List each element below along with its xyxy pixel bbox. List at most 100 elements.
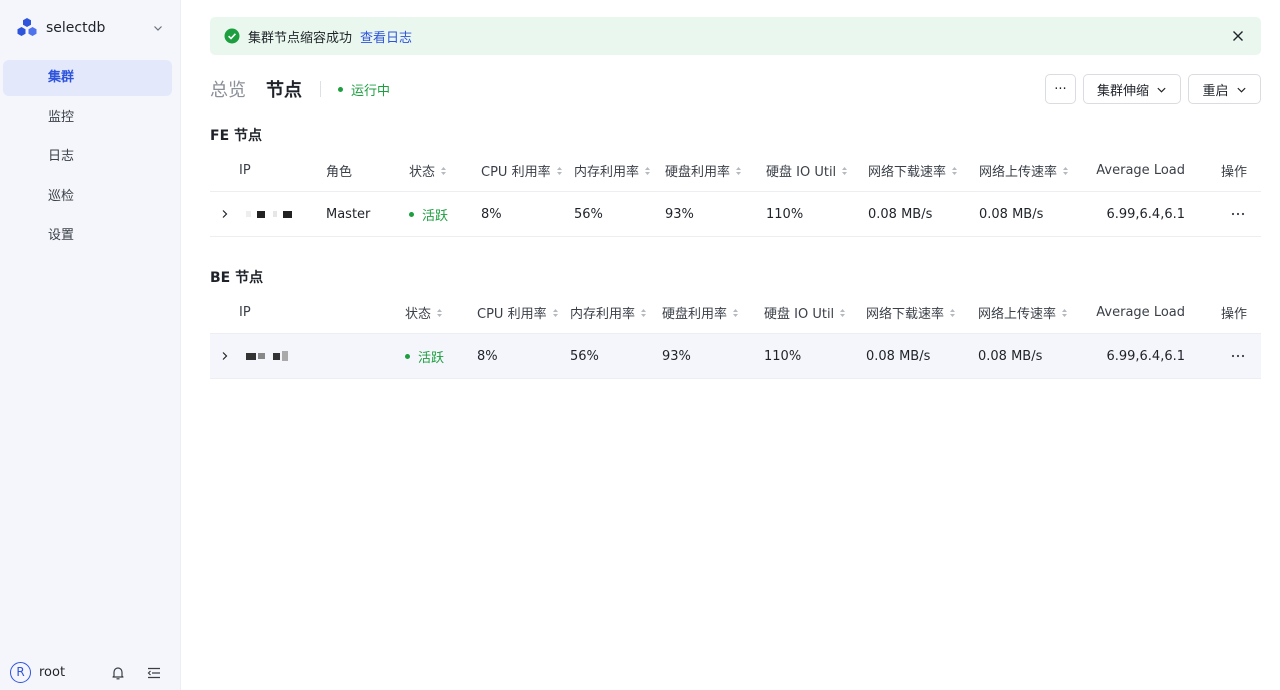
be-table: IP 状态 CPU 利用率 内存利用率 硬盘利用率 硬盘 IO Util 网络下… [210,292,1261,379]
chevron-down-icon [1236,87,1246,93]
sidebar-nav: 集群 监控 日志 巡检 设置 [3,60,172,258]
user-menu[interactable]: R root [10,662,65,683]
more-icon [1231,354,1245,358]
sidebar-item-cluster[interactable]: 集群 [3,60,172,96]
sort-icon [1063,166,1069,175]
row-more-button[interactable] [1231,192,1245,236]
col-ip: IP [239,163,251,178]
close-icon[interactable] [1231,29,1245,43]
table-row[interactable]: 活跃 8% 56% 93% 110% 0.08 MB/s 0.08 MB/s 6… [210,334,1261,379]
username: root [39,665,66,680]
cluster-scale-button[interactable]: 集群伸缩 [1083,74,1181,104]
col-actions: 操作 [1221,165,1248,180]
sort-icon [842,166,848,175]
col-download-label: 网络下载速率 [866,307,945,322]
expand-row[interactable] [220,334,230,378]
check-circle-icon [224,28,240,44]
col-upload-label: 网络上传速率 [979,165,1058,180]
ip-redacted [246,334,290,378]
more-actions-label: ··· [1054,81,1067,97]
col-disk[interactable]: 硬盘利用率 [662,292,739,333]
col-io[interactable]: 硬盘 IO Util [766,150,848,191]
col-disk[interactable]: 硬盘利用率 [665,150,742,191]
status-dot [409,211,414,217]
tab-nodes[interactable]: 节点 [266,76,302,102]
col-cpu[interactable]: CPU 利用率 [477,292,559,333]
ip-redacted [246,192,294,236]
col-status-label: 状态 [409,165,436,180]
sidebar-item-monitor[interactable]: 监控 [3,100,172,136]
col-mem[interactable]: 内存利用率 [574,150,651,191]
sort-icon [952,166,958,175]
expand-row[interactable] [220,192,230,236]
cpu-value: 8% [481,206,502,222]
restart-button[interactable]: 重启 [1188,74,1261,104]
col-io-label: 硬盘 IO Util [764,307,835,322]
col-disk-label: 硬盘利用率 [662,307,728,322]
sort-icon [736,166,742,175]
mem-value: 56% [570,348,599,364]
sidebar-item-inspection[interactable]: 巡检 [3,179,172,215]
col-upload[interactable]: 网络上传速率 [978,292,1068,333]
fe-section-title: FE 节点 [210,128,263,144]
col-mem-label: 内存利用率 [570,307,636,322]
sidebar-item-settings[interactable]: 设置 [3,218,172,254]
cluster-scale-label: 集群伸缩 [1096,83,1149,99]
fe-table: IP 角色 状态 CPU 利用率 内存利用率 硬盘利用率 硬盘 IO Util … [210,150,1261,237]
col-actions: 操作 [1221,307,1248,322]
status-dot [338,86,343,92]
col-load: Average Load [1096,305,1185,320]
col-download-label: 网络下载速率 [868,165,947,180]
sort-icon [1062,308,1068,317]
row-more-button[interactable] [1231,334,1245,378]
view-logs-link[interactable]: 查看日志 [360,27,412,46]
selectdb-logo-icon [17,18,37,36]
chevron-down-icon [154,26,162,31]
col-load: Average Load [1096,163,1185,178]
bell-icon[interactable] [110,665,126,681]
status-text: 活跃 [418,350,445,366]
status-badge: 活跃 [405,334,444,378]
collapse-sidebar-icon[interactable] [146,665,162,681]
cpu-value: 8% [477,348,498,364]
disk-value: 93% [665,206,694,222]
col-mem[interactable]: 内存利用率 [570,292,647,333]
more-icon [1231,212,1245,216]
sidebar-item-logs[interactable]: 日志 [3,139,172,175]
success-alert: 集群节点缩容成功 查看日志 [210,17,1261,55]
more-actions-button[interactable]: ··· [1045,74,1076,104]
col-role: 角色 [326,165,353,180]
sort-icon [733,308,739,317]
download-value: 0.08 MB/s [868,206,933,222]
role: Master [326,206,371,222]
chevron-right-icon [222,210,228,218]
col-status[interactable]: 状态 [409,150,447,191]
status-badge: 活跃 [409,192,448,236]
disk-value: 93% [662,348,691,364]
sort-icon [552,308,558,317]
load-value: 6.99,6.4,6.1 [1106,206,1185,222]
sort-icon [556,166,562,175]
status-text: 活跃 [422,208,449,224]
chevron-right-icon [222,352,228,360]
cluster-status-text: 运行中 [351,83,391,99]
divider [320,81,321,97]
col-upload-label: 网络上传速率 [978,307,1057,322]
table-row[interactable]: Master 活跃 8% 56% 93% 110% 0.08 MB/s 0.08… [210,192,1261,237]
col-io[interactable]: 硬盘 IO Util [764,292,846,333]
workspace-switcher[interactable]: selectdb [16,17,166,39]
col-status[interactable]: 状态 [405,292,443,333]
col-upload[interactable]: 网络上传速率 [979,150,1069,191]
col-cpu[interactable]: CPU 利用率 [481,150,563,191]
sort-icon [641,308,647,317]
upload-value: 0.08 MB/s [978,348,1043,364]
workspace-name: selectdb [46,20,106,36]
tab-overview[interactable]: 总览 [210,76,246,102]
col-cpu-label: CPU 利用率 [481,165,551,180]
col-download[interactable]: 网络下载速率 [866,292,956,333]
restart-label: 重启 [1202,83,1229,99]
avatar: R [10,662,31,683]
col-download[interactable]: 网络下载速率 [868,150,958,191]
chevron-down-icon [1157,87,1166,93]
page-tabs: 总览 节点 运行中 [210,76,390,102]
